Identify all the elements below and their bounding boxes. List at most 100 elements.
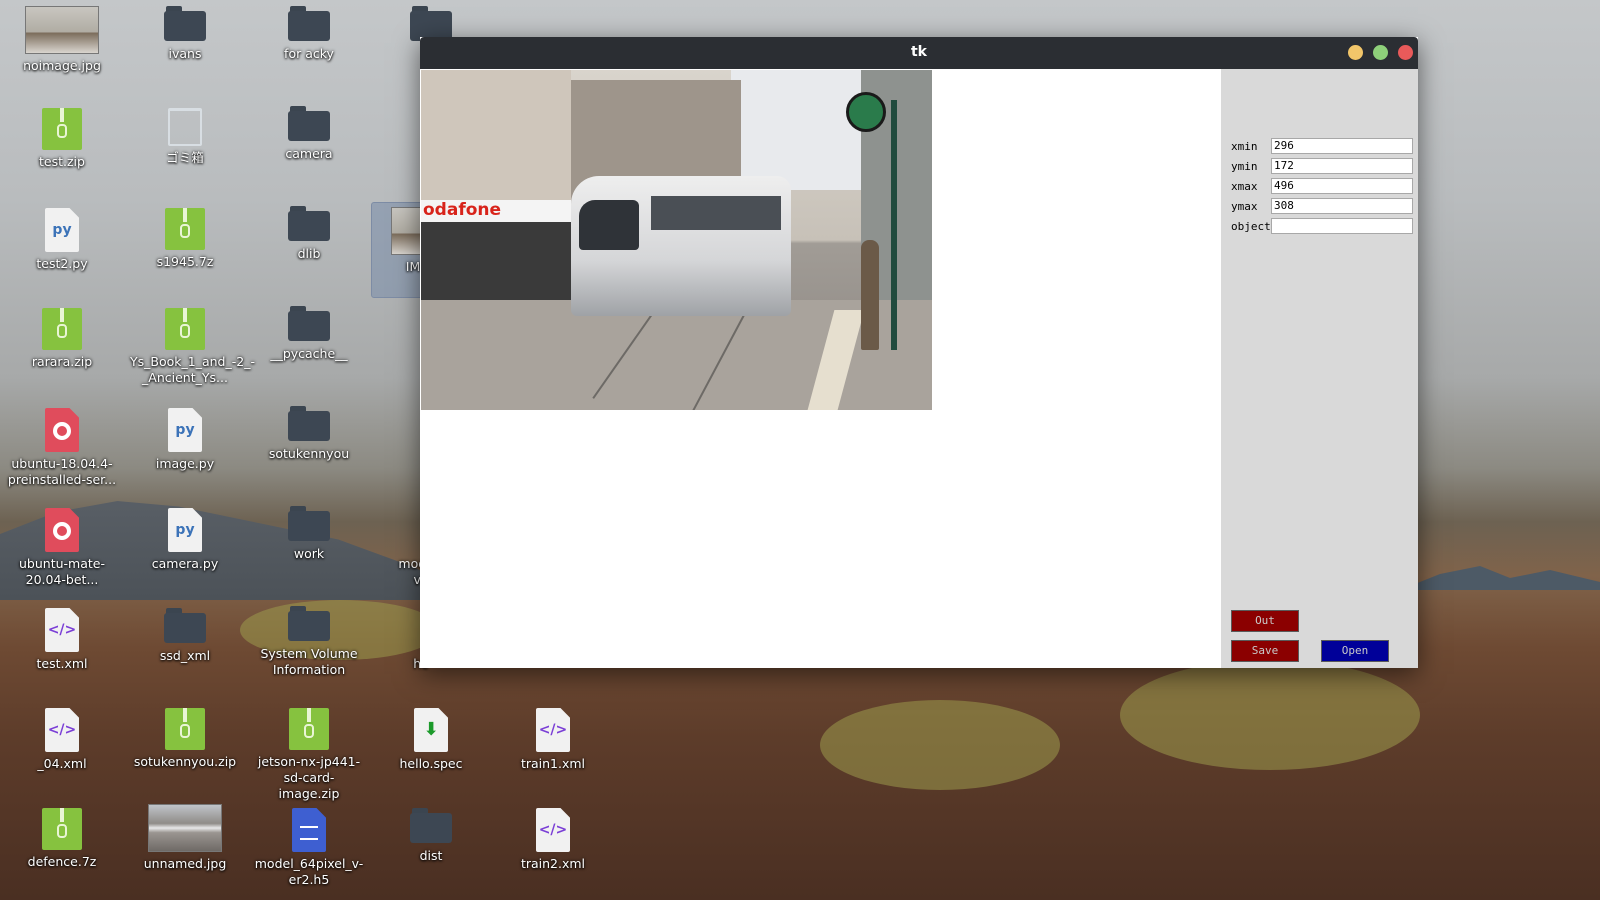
desktop-icon-ys-book-zip[interactable]: Ys_Book_1_and_-2_-_Ancient_Ys... <box>130 308 255 386</box>
desktop-icon-label: ubuntu-mate-20.04-bet... <box>19 556 105 587</box>
window-title: tk <box>910 44 927 60</box>
desktop-icon-label: test.xml <box>36 656 88 671</box>
close-button[interactable] <box>1398 45 1413 60</box>
desktop-icon-trash[interactable]: ゴミ箱 <box>130 108 240 166</box>
zip-archive-icon <box>165 308 205 350</box>
desktop-icon-label: for acky <box>284 46 334 61</box>
desktop-icon-label: noimage.jpg <box>23 58 101 73</box>
desktop-icon-label: ubuntu-18.04.4-preinstalled-ser... <box>7 456 117 487</box>
desktop-icon-label: train2.xml <box>520 856 586 871</box>
desktop-icon-label: image.py <box>155 456 215 471</box>
desktop-icon-ubuntu-18-iso[interactable]: ubuntu-18.04.4-preinstalled-ser... <box>7 408 117 488</box>
document-file-icon <box>292 808 326 852</box>
desktop-icon-noimage-jpg[interactable]: noimage.jpg <box>7 6 117 74</box>
desktop-icon-train1-xml[interactable]: </> train1.xml <box>498 708 608 772</box>
desktop-icon-pycache[interactable]: __pycache__ <box>254 306 364 362</box>
desktop-icon-label: camera.py <box>151 556 219 571</box>
desktop-icon-test2-py[interactable]: py test2.py <box>7 208 117 272</box>
zip-archive-icon <box>165 208 205 250</box>
wallpaper-moss <box>1120 660 1420 770</box>
desktop-icon-ivans[interactable]: ivans <box>130 6 240 62</box>
desktop-icon-work[interactable]: work <box>254 506 364 562</box>
disc-image-icon <box>45 508 79 552</box>
desktop-icon-label: ivans <box>168 46 202 61</box>
desktop-icon-camera-py[interactable]: py camera.py <box>130 508 240 572</box>
desktop-icon-label: __pycache__ <box>270 346 348 361</box>
desktop-icon-rarara-zip[interactable]: rarara.zip <box>7 308 117 370</box>
image-thumbnail-icon <box>25 6 99 54</box>
maximize-button[interactable] <box>1373 45 1388 60</box>
annotation-panel: xmin 296 ymin 172 xmax 496 ymax 308 obje… <box>1221 69 1418 668</box>
desktop-icon-defence-7z[interactable]: defence.7z <box>7 808 117 870</box>
desktop-icon-image-py[interactable]: py image.py <box>130 408 240 472</box>
desktop-icon-label: train1.xml <box>520 756 586 771</box>
desktop-icon-04-xml[interactable]: </> _04.xml <box>7 708 117 772</box>
desktop-icon-sotukennyou[interactable]: sotukennyou <box>254 406 364 462</box>
folder-icon <box>288 606 330 642</box>
desktop-icon-jetson-zip[interactable]: jetson-nx-jp441-sd-card-image.zip <box>254 708 364 802</box>
desktop-icon-s1945-7z[interactable]: s1945.7z <box>130 208 240 270</box>
desktop-icon-label: test.zip <box>39 154 85 169</box>
ymin-label: ymin <box>1231 160 1258 173</box>
xml-file-icon: </> <box>45 708 79 752</box>
desktop-icon-camera[interactable]: camera <box>254 106 364 162</box>
folder-icon <box>288 106 330 142</box>
desktop-icon-ssd-xml[interactable]: ssd_xml <box>130 608 240 664</box>
desktop-icon-model-h5[interactable]: model_64pixel_v-er2.h5 <box>254 808 364 888</box>
object-input[interactable] <box>1271 218 1413 234</box>
wallpaper-mountain-far <box>1400 566 1600 590</box>
desktop-icon-label: rarara.zip <box>31 354 93 369</box>
desktop-icon-test-xml[interactable]: </> test.xml <box>7 608 117 672</box>
desktop-icon-label: camera <box>285 146 333 161</box>
disc-image-icon <box>45 408 79 452</box>
desktop-icon-for-acky[interactable]: for acky <box>254 6 364 62</box>
ymax-input[interactable]: 308 <box>1271 198 1413 214</box>
out-button[interactable]: Out <box>1231 610 1299 632</box>
desktop-icon-hello-spec[interactable]: ⬇ hello.spec <box>376 708 486 772</box>
loaded-photo[interactable]: odafone <box>421 70 932 410</box>
window-titlebar[interactable]: tk <box>420 37 1418 69</box>
xml-file-icon: </> <box>536 808 570 852</box>
desktop-icon-dlib[interactable]: dlib <box>254 206 364 262</box>
desktop-icon-system-volume-information[interactable]: System Volume Information <box>254 606 364 678</box>
trash-icon <box>168 108 202 146</box>
xmin-input[interactable]: 296 <box>1271 138 1413 154</box>
open-button[interactable]: Open <box>1321 640 1389 662</box>
folder-icon <box>288 506 330 542</box>
zip-archive-icon <box>165 708 205 750</box>
desktop-icon-label: Ys_Book_1_and_-2_-_Ancient_Ys... <box>130 354 255 385</box>
photo-tram-windows <box>651 196 781 230</box>
desktop-icon-label: jetson-nx-jp441-sd-card-image.zip <box>257 754 361 801</box>
photo-lamp-pole <box>891 100 897 350</box>
desktop-icon-test-zip[interactable]: test.zip <box>7 108 117 170</box>
python-file-icon: py <box>168 508 202 552</box>
home-folder-icon <box>164 6 206 42</box>
photo-tram-windshield <box>579 200 639 250</box>
desktop-icon-label: model_64pixel_v-er2.h5 <box>254 856 364 887</box>
zip-archive-icon <box>289 708 329 750</box>
desktop-icon-label: work <box>293 546 325 561</box>
photo-person <box>861 240 879 350</box>
image-thumbnail-icon <box>148 804 222 852</box>
ymin-input[interactable]: 172 <box>1271 158 1413 174</box>
folder-icon <box>410 808 452 844</box>
photo-shop-sign: odafone <box>421 200 571 222</box>
ymax-label: ymax <box>1231 200 1258 213</box>
python-file-icon: py <box>168 408 202 452</box>
desktop-icon-label: unnamed.jpg <box>143 856 227 871</box>
desktop-icon-label: System Volume Information <box>260 646 358 677</box>
image-canvas[interactable]: odafone <box>420 69 1221 668</box>
desktop-icon-unnamed-jpg[interactable]: unnamed.jpg <box>130 804 240 872</box>
folder-icon <box>288 306 330 342</box>
save-button[interactable]: Save <box>1231 640 1299 662</box>
desktop-icon-label: sotukennyou <box>268 446 350 461</box>
desktop-icon-sotukennyou-zip[interactable]: sotukennyou.zip <box>130 708 240 770</box>
minimize-button[interactable] <box>1348 45 1363 60</box>
xml-file-icon: </> <box>45 608 79 652</box>
desktop-icon-train2-xml[interactable]: </> train2.xml <box>498 808 608 872</box>
xmax-input[interactable]: 496 <box>1271 178 1413 194</box>
desktop-icon-ubuntu-mate-iso[interactable]: ubuntu-mate-20.04-bet... <box>7 508 117 588</box>
object-label: object <box>1231 220 1271 233</box>
desktop-icon-dist[interactable]: dist <box>376 808 486 864</box>
zip-archive-icon <box>42 108 82 150</box>
